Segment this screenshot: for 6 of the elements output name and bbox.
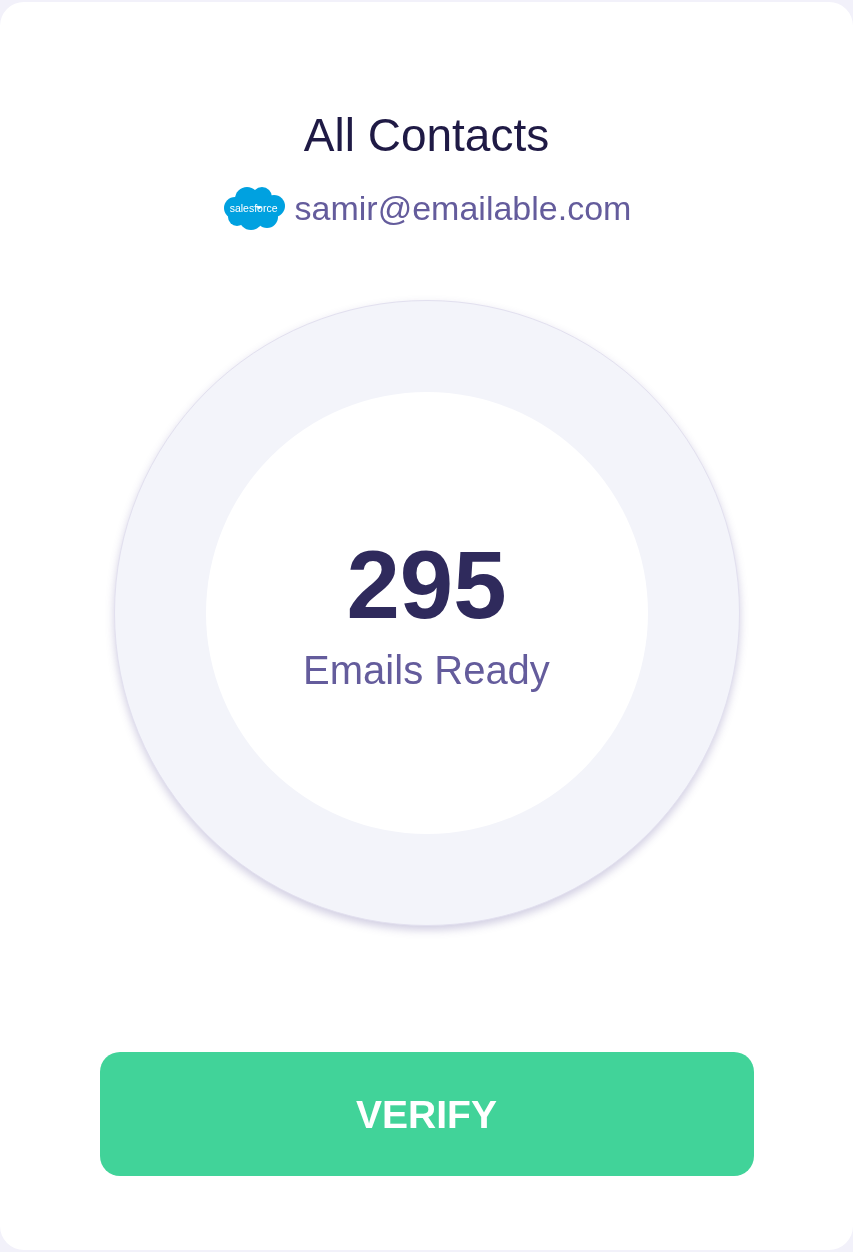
email-count: 295 [346,536,507,633]
verify-button[interactable]: VERIFY [99,1052,754,1176]
cloud-logo: salesforce [221,185,286,231]
account-email: samir@emailable.com [294,191,632,225]
page-title: All Contacts [303,112,550,158]
count-label: Emails Ready [303,649,550,690]
